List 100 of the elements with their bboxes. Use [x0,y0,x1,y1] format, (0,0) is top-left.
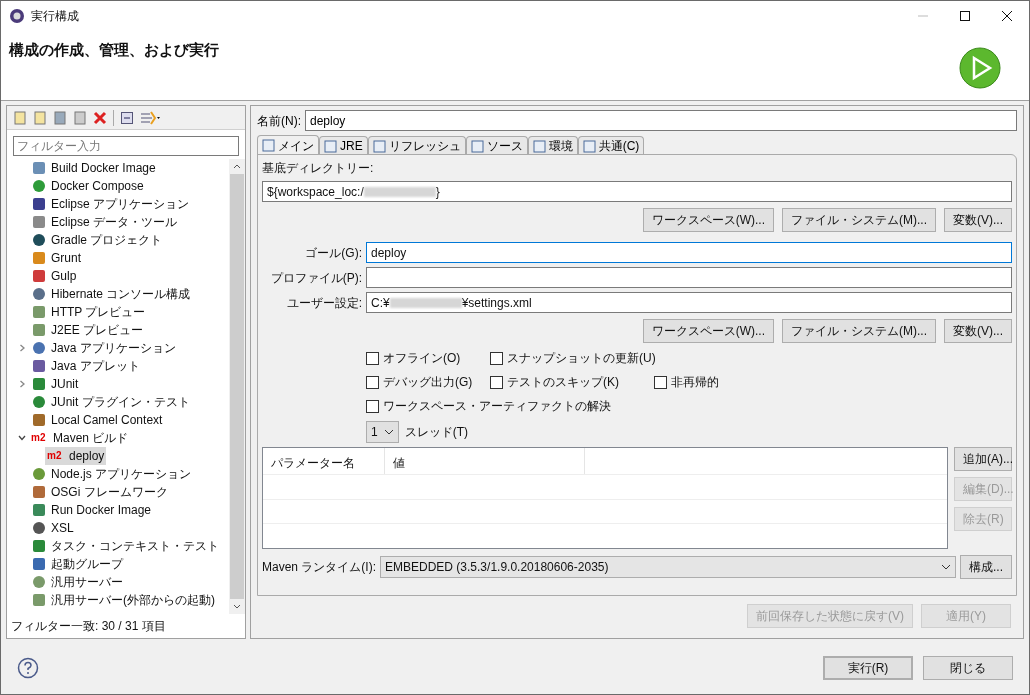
launch-type-icon [31,286,47,302]
close-icon[interactable] [1001,10,1013,22]
tree-item[interactable]: m2 deploy [45,447,107,465]
launch-type-icon [31,574,47,590]
checkbox[interactable] [490,351,503,365]
tree-item[interactable]: Hibernate コンソール構成 [29,285,193,303]
tree-item[interactable]: Node.js アプリケーション [29,465,194,483]
tree-item[interactable]: Build Docker Image [29,159,158,177]
field-label: プロファイル(P): [269,269,362,287]
column-header[interactable]: 値 [385,448,585,474]
chevron-down-icon[interactable] [233,604,241,609]
tree-item[interactable]: Grunt [29,249,83,267]
toolbar-icon[interactable] [53,110,67,125]
button[interactable]: 変数(V)... [944,208,1012,232]
tree-item[interactable]: Run Docker Image [29,501,154,519]
tree-item[interactable]: 汎用サーバー(外部からの起動) [29,591,217,609]
button[interactable]: 閉じる [923,656,1013,680]
button[interactable]: ファイル・システム(M)... [782,319,936,343]
launch-type-icon [31,556,47,572]
chevron-down-icon [941,564,951,570]
text-field[interactable]: ${workspace_loc:/ } [262,181,1012,202]
tree-item[interactable]: Java アプレット [29,357,142,375]
field-label: Maven ランタイム(I): [262,559,376,576]
checkbox-label: 非再帰的 [671,374,719,391]
text-field[interactable]: deploy [366,242,1012,263]
tree-item[interactable]: Eclipse アプリケーション [29,195,192,213]
checkbox[interactable] [366,351,379,365]
checkbox[interactable] [366,375,379,389]
tree-item[interactable]: JUnit [29,375,81,393]
maven-label: m2 [31,433,47,443]
field-label: 名前(N): [257,112,301,130]
text-field[interactable] [366,267,1012,288]
chevron-right-icon[interactable] [18,344,26,352]
button[interactable]: ファイル・システム(M)... [782,208,936,232]
tree-item[interactable]: JUnit プラグイン・テスト [29,393,192,411]
launch-type-icon [31,520,47,536]
checkbox[interactable] [654,375,667,389]
launch-type-icon [31,232,47,248]
field-label: 基底ディレクトリー: [262,160,375,177]
filter-status: フィルター一致: 30 / 31 項目 [10,618,167,635]
launch-type-icon [31,592,47,608]
header-title: 構成の作成、管理、および実行 [9,40,219,60]
run-icon [959,47,1001,89]
tree-item[interactable]: 起動グループ [29,555,125,573]
chevron-down-icon [383,429,394,435]
launch-type-icon [31,304,47,320]
checkbox-label: テストのスキップ(K) [507,374,619,391]
checkbox-label: スナップショットの更新(U) [507,350,656,367]
column-header[interactable]: パラメーター名 [263,448,385,474]
launch-type-icon [31,250,47,266]
text-field[interactable]: C:¥ ¥settings.xml [366,292,1012,313]
tree-item[interactable]: 汎用サーバー [29,573,125,591]
tree-item[interactable]: Docker Compose [29,177,146,195]
tree-item[interactable]: OSGi フレームワーク [29,483,170,501]
tree-item[interactable]: HTTP プレビュー [29,303,148,321]
tab-icon [324,139,337,153]
launch-type-icon [31,484,47,500]
name-field[interactable]: deploy [305,110,1017,131]
tree-item[interactable]: m2 Maven ビルド [29,429,131,447]
filter-field[interactable]: フィルター入力 [13,136,239,156]
tab-icon [470,139,484,153]
checkbox-label: オフライン(O) [383,350,461,367]
launch-type-icon [31,502,47,518]
tab-icon [532,139,546,153]
tree-item[interactable]: Local Camel Context [29,411,165,429]
chevron-down-icon[interactable] [18,434,26,442]
runtime-dropdown[interactable]: EMBEDDED (3.5.3/1.9.0.20180606-2035) [380,556,956,578]
tree-item[interactable]: Eclipse データ・ツール [29,213,180,231]
button[interactable]: 変数(V)... [944,319,1012,343]
collapse-icon[interactable] [120,110,134,125]
tree-item[interactable]: XSL [29,519,76,537]
launch-type-icon [31,376,47,392]
button[interactable]: ワークスペース(W)... [642,319,774,343]
tab-icon [262,139,275,152]
launch-type-icon [31,412,47,428]
maximize-icon[interactable] [959,10,971,22]
tab-icon [372,139,386,153]
tree-item[interactable]: Gulp [29,267,79,285]
launch-type-icon [31,322,47,338]
delete-icon[interactable] [93,110,107,125]
checkbox[interactable] [366,399,379,413]
launch-type-icon [31,394,47,410]
button[interactable]: 実行(R) [823,656,913,680]
checkbox[interactable] [490,375,503,389]
scrollbar[interactable] [229,159,245,614]
button[interactable]: 追加(A)... [954,447,1012,471]
field-label: ゴール(G): [304,244,362,262]
chevron-up-icon[interactable] [233,164,241,169]
tree-item[interactable]: Gradle プロジェクト [29,231,165,249]
threads-dropdown[interactable]: 1 [366,421,399,443]
tree-item[interactable]: J2EE プレビュー [29,321,145,339]
launch-type-icon [31,214,47,230]
tab[interactable]: メイン [257,135,319,155]
tab[interactable]: JRE [319,136,368,155]
tree-item[interactable]: Java アプリケーション [29,339,178,357]
tree-item[interactable]: タスク・コンテキスト・テスト [29,537,221,555]
chevron-right-icon[interactable] [18,380,26,388]
button[interactable]: 構成... [960,555,1012,579]
button[interactable]: ワークスペース(W)... [642,208,774,232]
help-icon[interactable] [17,657,39,679]
